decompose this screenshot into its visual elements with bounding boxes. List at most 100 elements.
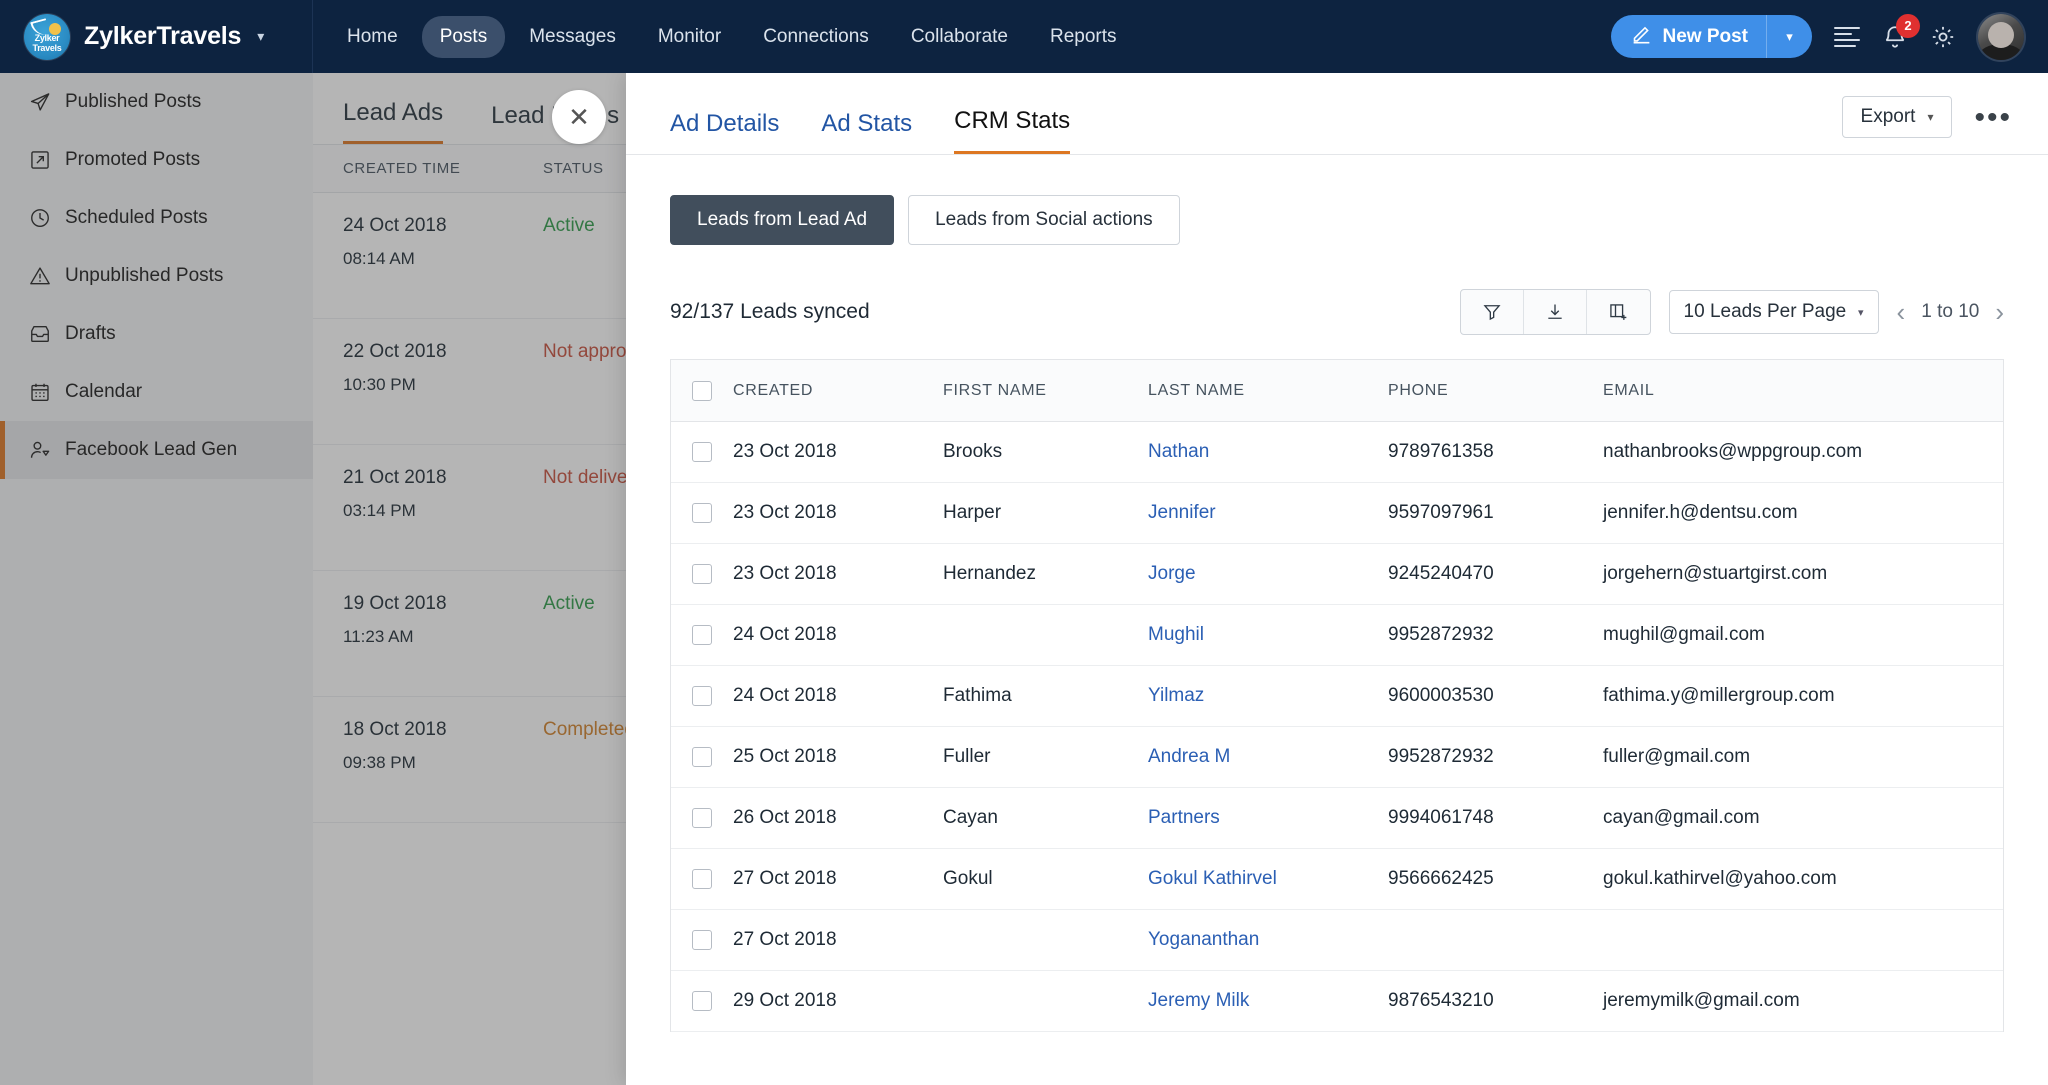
table-row[interactable]: 24 Oct 2018 Mughil 9952872932 mughil@gmail.… — [671, 605, 2003, 666]
table-row[interactable]: 25 Oct 2018 Fuller Andrea M 9952872932 fulle… — [671, 727, 2003, 788]
notification-badge: 2 — [1896, 13, 1920, 38]
cell-last-name[interactable]: Nathan — [1148, 441, 1388, 463]
cell-phone: 9994061748 — [1388, 807, 1494, 828]
cell-created: 27 Oct 2018 — [733, 929, 837, 950]
cell-last-name[interactable]: Yilmaz — [1148, 685, 1388, 707]
user-avatar[interactable] — [1978, 13, 2024, 60]
brand-workspace-switcher[interactable]: Zylker Travels ZylkerTravels ▾ — [0, 0, 313, 73]
modal-tabs: Ad Details Ad Stats CRM Stats — [670, 107, 1071, 154]
segment-leads-from-social-actions[interactable]: Leads from Social actions — [908, 195, 1180, 245]
close-icon[interactable]: ✕ — [552, 90, 606, 144]
tab-ad-stats[interactable]: Ad Stats — [821, 110, 912, 154]
cell-email: fathima.y@millergroup.com — [1603, 685, 1835, 706]
row-checkbox[interactable] — [692, 808, 712, 828]
table-row[interactable]: 24 Oct 2018 Fathima Yilmaz 9600003530 fathim… — [671, 666, 2003, 727]
nav-link-posts[interactable]: Posts — [421, 15, 506, 58]
row-checkbox[interactable] — [692, 503, 712, 523]
nav-link-reports[interactable]: Reports — [1032, 16, 1135, 58]
cell-last-name[interactable]: Partners — [1148, 807, 1388, 829]
settings-gear-icon[interactable] — [1930, 24, 1956, 50]
row-checkbox[interactable] — [692, 930, 712, 950]
row-checkbox[interactable] — [692, 869, 712, 889]
column-header-phone: PHONE — [1388, 381, 1449, 399]
cell-phone: 9789761358 — [1388, 441, 1494, 462]
cell-last-name[interactable]: Jeremy Milk — [1148, 990, 1388, 1012]
leads-per-page-select[interactable]: 10 Leads Per Page ▾ — [1668, 290, 1879, 334]
cell-first-name: Fuller — [943, 746, 991, 767]
table-row[interactable]: 23 Oct 2018 Brooks Nathan 9789761358 nathanb… — [671, 422, 2003, 483]
cell-phone: 9876543210 — [1388, 990, 1494, 1011]
cell-last-name[interactable]: Gokul Kathirvel — [1148, 868, 1388, 890]
leads-table: CREATED FIRST NAME LAST NAME PHONE EMAIL… — [670, 359, 2004, 1032]
cell-email: jorgehern@stuartgirst.com — [1603, 563, 1828, 584]
cell-last-name[interactable]: Jennifer — [1148, 502, 1388, 524]
new-post-button[interactable]: New Post ▾ — [1611, 15, 1812, 58]
row-checkbox-cell — [671, 625, 733, 645]
menu-list-icon[interactable] — [1834, 26, 1860, 47]
row-checkbox[interactable] — [692, 747, 712, 767]
nav-link-home[interactable]: Home — [329, 16, 416, 58]
next-page-icon[interactable]: › — [1995, 297, 2004, 328]
chevron-down-icon[interactable]: ▾ — [257, 28, 264, 45]
more-options-icon[interactable]: ••• — [1974, 102, 2012, 132]
nav-link-monitor[interactable]: Monitor — [640, 16, 739, 58]
table-row[interactable]: 26 Oct 2018 Cayan Partners 9994061748 cayan@… — [671, 788, 2003, 849]
cell-created: 25 Oct 2018 — [733, 746, 837, 767]
cell-created: 29 Oct 2018 — [733, 990, 837, 1011]
new-post-dropdown-caret[interactable]: ▾ — [1766, 15, 1812, 58]
row-checkbox[interactable] — [692, 564, 712, 584]
toolbar-icon-group — [1459, 289, 1651, 335]
tab-crm-stats[interactable]: CRM Stats — [954, 107, 1071, 154]
export-button[interactable]: Export ▾ — [1841, 96, 1953, 138]
zylker-travels-logo-icon: Zylker Travels — [24, 13, 70, 60]
cell-phone: 9600003530 — [1388, 685, 1494, 706]
cell-email: cayan@gmail.com — [1603, 807, 1760, 828]
row-checkbox-cell — [671, 747, 733, 767]
filter-icon[interactable] — [1461, 290, 1524, 334]
row-checkbox-cell — [671, 930, 733, 950]
add-column-icon[interactable] — [1587, 290, 1650, 334]
cell-email: mughil@gmail.com — [1603, 624, 1765, 645]
table-row[interactable]: 23 Oct 2018 Hernandez Jorge 9245240470 jorge… — [671, 544, 2003, 605]
cell-last-name[interactable]: Mughil — [1148, 624, 1388, 646]
cell-created: 23 Oct 2018 — [733, 502, 837, 523]
row-checkbox-cell — [671, 991, 733, 1011]
row-checkbox[interactable] — [692, 991, 712, 1011]
leads-per-page-value: 10 Leads Per Page — [1683, 301, 1847, 322]
modal-body: Leads from Lead Ad Leads from Social acti… — [626, 155, 2048, 1085]
segment-leads-from-lead-ad[interactable]: Leads from Lead Ad — [670, 195, 895, 245]
logo-text-line2: Travels — [32, 42, 62, 53]
leads-synced-count: 92/137 Leads synced — [670, 300, 870, 323]
chevron-down-icon: ▾ — [1927, 110, 1934, 124]
nav-link-connections[interactable]: Connections — [745, 16, 887, 58]
cell-phone: 9597097961 — [1388, 502, 1494, 523]
cell-created: 26 Oct 2018 — [733, 807, 837, 828]
cell-phone: 9245240470 — [1388, 563, 1494, 584]
crm-stats-modal: Ad Details Ad Stats CRM Stats Export ▾ •••… — [626, 73, 2048, 1085]
table-row[interactable]: 27 Oct 2018 Gokul Gokul Kathirvel 956666242… — [671, 849, 2003, 910]
tab-ad-details[interactable]: Ad Details — [670, 110, 779, 154]
table-row[interactable]: 27 Oct 2018 Yogananthan — [671, 910, 2003, 971]
row-checkbox[interactable] — [692, 686, 712, 706]
row-checkbox[interactable] — [692, 442, 712, 462]
row-checkbox[interactable] — [692, 625, 712, 645]
nav-link-messages[interactable]: Messages — [511, 16, 634, 58]
cell-email: fuller@gmail.com — [1603, 746, 1751, 767]
cell-created: 23 Oct 2018 — [733, 563, 837, 584]
cell-phone: 9566662425 — [1388, 868, 1494, 889]
download-icon[interactable] — [1524, 290, 1587, 334]
pencil-icon — [1631, 23, 1652, 50]
table-row[interactable]: 23 Oct 2018 Harper Jennifer 9597097961 jenni… — [671, 483, 2003, 544]
cell-last-name[interactable]: Andrea M — [1148, 746, 1388, 768]
top-nav-actions: New Post ▾ 2 — [1611, 13, 2048, 60]
cell-last-name[interactable]: Jorge — [1148, 563, 1388, 585]
pagination: ‹ 1 to 10 › — [1897, 297, 2004, 328]
previous-page-icon[interactable]: ‹ — [1897, 297, 1906, 328]
page-range-label: 1 to 10 — [1921, 301, 1980, 322]
nav-link-collaborate[interactable]: Collaborate — [893, 16, 1026, 58]
table-row[interactable]: 29 Oct 2018 Jeremy Milk 9876543210 jeremymi… — [671, 971, 2003, 1032]
cell-last-name[interactable]: Yogananthan — [1148, 929, 1388, 951]
select-all-checkbox[interactable] — [692, 380, 712, 401]
notifications-bell-icon[interactable]: 2 — [1882, 13, 1920, 50]
cell-first-name: Harper — [943, 502, 1002, 523]
